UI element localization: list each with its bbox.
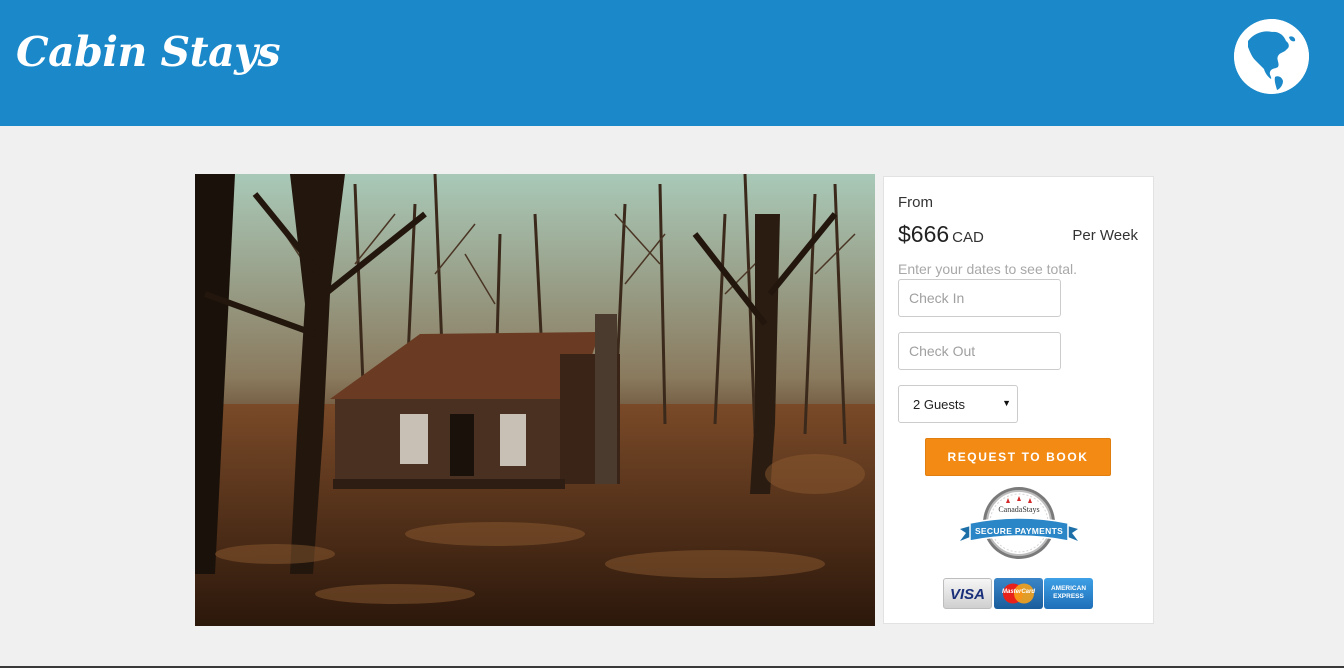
mastercard-icon: MasterCard xyxy=(994,578,1043,609)
from-label: From xyxy=(898,194,933,211)
price-amount: $666 xyxy=(898,221,950,247)
price-period: Per Week xyxy=(1072,227,1138,244)
visa-card-icon: VISA xyxy=(943,578,992,609)
badge-brand-text: CanadaStays xyxy=(998,505,1040,514)
guests-select-value: 2 Guests xyxy=(913,397,966,412)
price-currency: CAD xyxy=(952,229,984,246)
guests-select[interactable]: 2 Guests ▼ xyxy=(898,385,1018,423)
amex-card-icon: AMERICAN EXPRESS xyxy=(1044,578,1093,609)
site-header: Cabin Stays xyxy=(0,0,1344,126)
brand-logo[interactable]: Cabin Stays xyxy=(16,28,281,76)
payment-methods: VISA MasterCard AMERICAN EXPRESS xyxy=(942,578,1094,610)
request-to-book-button[interactable]: REQUEST TO BOOK xyxy=(925,438,1111,476)
price: $666 CAD xyxy=(898,221,984,248)
check-in-input[interactable] xyxy=(898,279,1061,317)
dropdown-caret-icon: ▼ xyxy=(1002,398,1011,408)
check-out-input[interactable] xyxy=(898,332,1061,370)
globe-icon[interactable] xyxy=(1234,19,1309,94)
dates-hint: Enter your dates to see total. xyxy=(898,261,1077,277)
secure-payments-badge: CanadaStays SECURE PAYMENTS xyxy=(956,485,1082,565)
badge-ribbon-text: SECURE PAYMENTS xyxy=(974,526,1064,536)
cabin-photo xyxy=(195,174,875,626)
booking-card: From $666 CAD Per Week Enter your dates t… xyxy=(883,176,1154,624)
